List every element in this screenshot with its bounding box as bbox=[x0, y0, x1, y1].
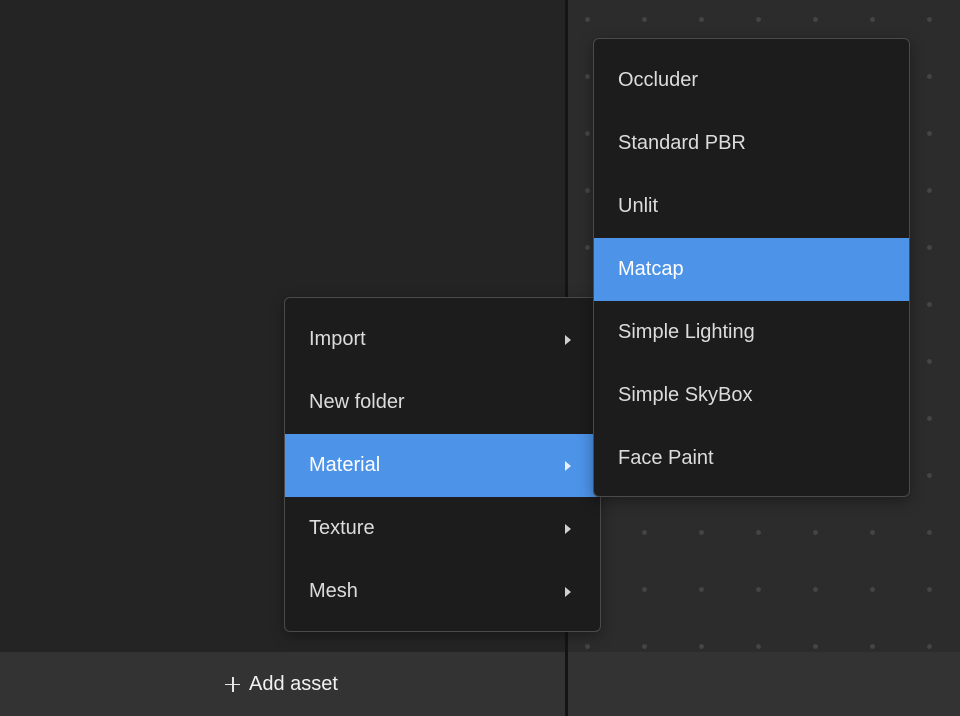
submenu-item-standard-pbr[interactable]: Standard PBR bbox=[594, 112, 909, 175]
submenu-item-simple-skybox[interactable]: Simple SkyBox bbox=[594, 364, 909, 427]
menu-item-label: New folder bbox=[309, 391, 405, 413]
submenu-arrow-icon bbox=[565, 586, 571, 597]
menu-item-import[interactable]: Import bbox=[285, 308, 600, 371]
submenu-item-label: Simple SkyBox bbox=[618, 384, 753, 406]
submenu-item-label: Occluder bbox=[618, 69, 699, 91]
submenu-item-label: Matcap bbox=[618, 258, 684, 280]
submenu-item-occluder[interactable]: Occluder bbox=[594, 49, 909, 112]
menu-item-texture[interactable]: Texture bbox=[285, 497, 600, 560]
submenu-item-unlit[interactable]: Unlit bbox=[594, 175, 909, 238]
menu-item-label: Texture bbox=[309, 517, 375, 539]
material-submenu: Occluder Standard PBR Unlit Matcap Simpl… bbox=[593, 38, 910, 497]
submenu-item-simple-lighting[interactable]: Simple Lighting bbox=[594, 301, 909, 364]
add-asset-label: Add asset bbox=[249, 672, 338, 695]
menu-item-label: Mesh bbox=[309, 580, 358, 602]
submenu-arrow-icon bbox=[565, 460, 571, 471]
menu-item-label: Import bbox=[309, 328, 366, 350]
submenu-item-matcap[interactable]: Matcap bbox=[594, 238, 909, 301]
add-asset-content: Add asset bbox=[225, 673, 338, 696]
submenu-item-label: Face Paint bbox=[618, 447, 714, 469]
submenu-arrow-icon bbox=[565, 523, 571, 534]
plus-icon bbox=[225, 676, 241, 692]
add-asset-button[interactable]: Add asset bbox=[0, 652, 565, 716]
submenu-item-label: Simple Lighting bbox=[618, 321, 755, 343]
submenu-arrow-icon bbox=[565, 334, 571, 345]
canvas-bottom-bar bbox=[568, 652, 960, 716]
menu-item-new-folder[interactable]: New folder bbox=[285, 371, 600, 434]
submenu-item-label: Unlit bbox=[618, 195, 659, 217]
submenu-item-label: Standard PBR bbox=[618, 132, 746, 154]
menu-item-mesh[interactable]: Mesh bbox=[285, 560, 600, 623]
add-asset-context-menu: Import New folder Material Texture Mesh bbox=[284, 297, 601, 632]
menu-item-label: Material bbox=[309, 454, 381, 476]
submenu-item-face-paint[interactable]: Face Paint bbox=[594, 427, 909, 490]
app-window: Add asset Import New folder Material Tex… bbox=[0, 0, 960, 716]
menu-item-material[interactable]: Material bbox=[285, 434, 600, 497]
